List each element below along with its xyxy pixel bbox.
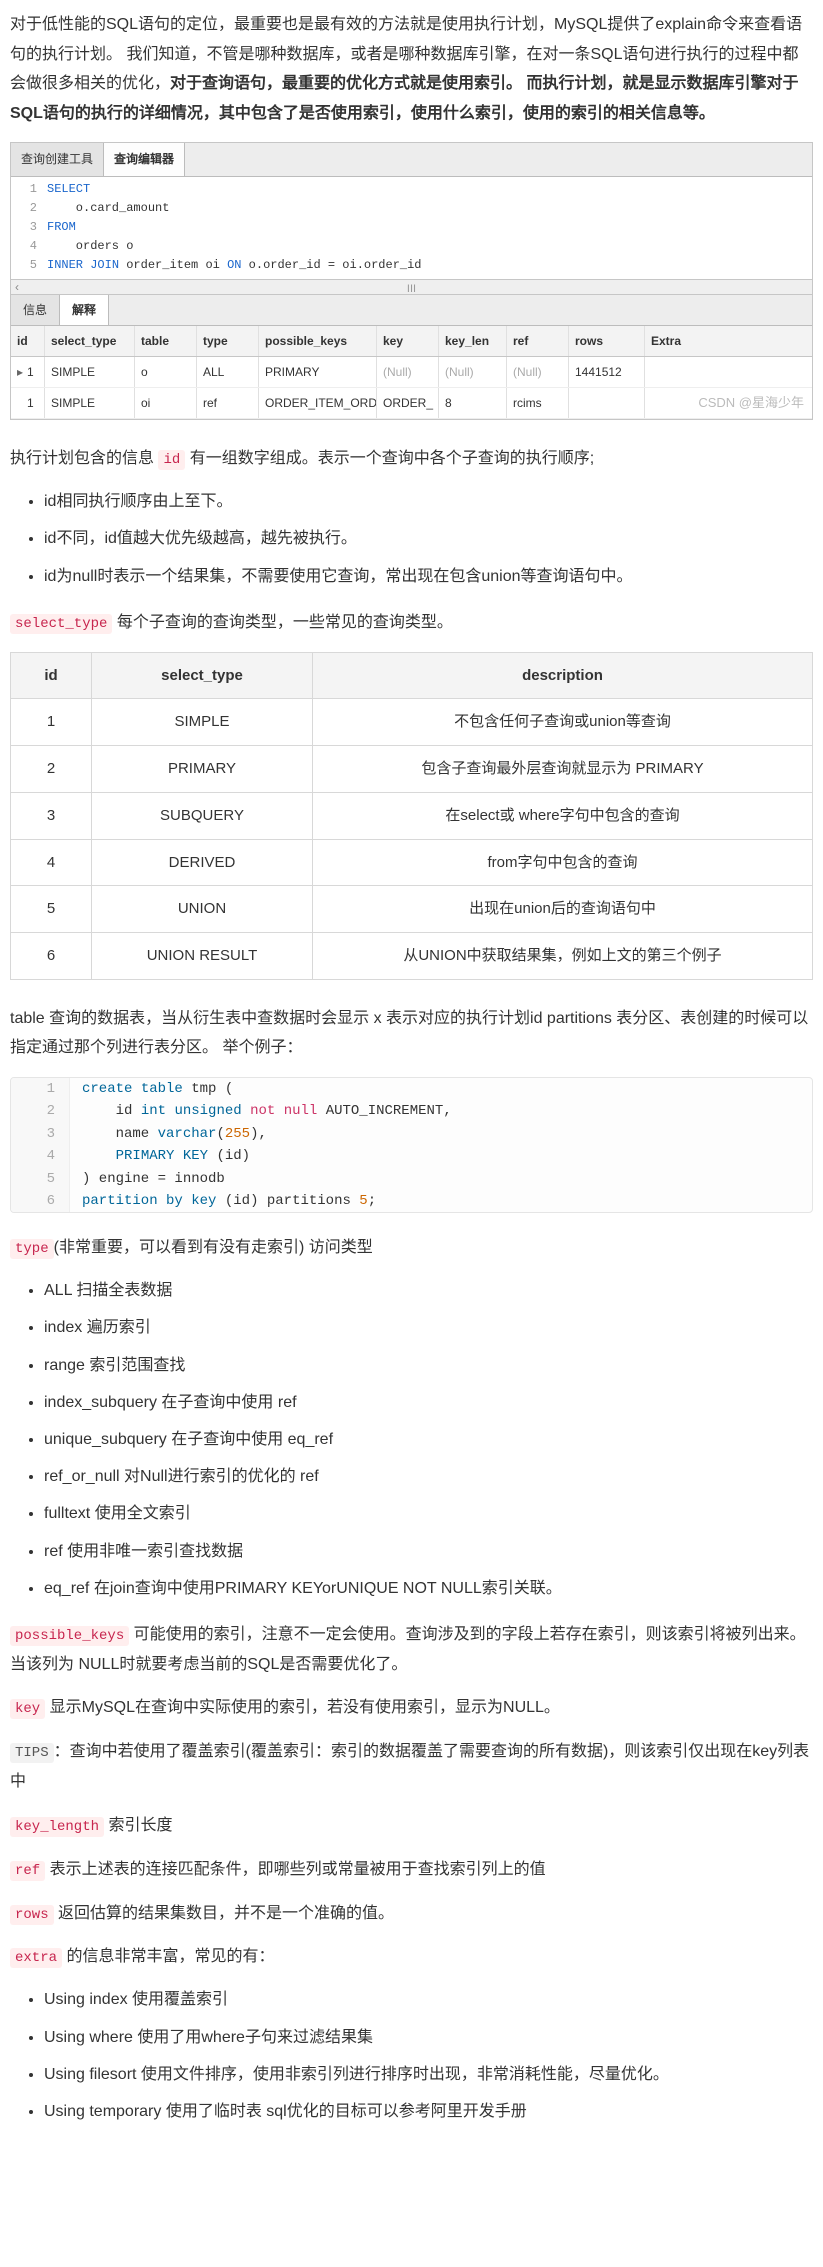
result-tabs: 信息 解释 bbox=[11, 295, 812, 326]
list-item: ref 使用非唯一索引查找数据 bbox=[44, 1538, 813, 1565]
type-list: ALL 扫描全表数据 index 遍历索引 range 索引范围查找 index… bbox=[10, 1277, 813, 1602]
possible-keys-para: possible_keys 可能使用的索引，注意不一定会使用。查询涉及到的字段上… bbox=[10, 1620, 813, 1679]
code-extra: extra bbox=[10, 1948, 62, 1968]
table-row: 6UNION RESULT从UNION中获取结果集，例如上文的第三个例子 bbox=[11, 933, 813, 980]
watermark: CSDN @星海少年 bbox=[698, 391, 804, 415]
list-item: index_subquery 在子查询中使用 ref bbox=[44, 1389, 813, 1416]
code-key-length: key_length bbox=[10, 1817, 104, 1837]
list-item: Using index 使用覆盖索引 bbox=[44, 1986, 813, 2013]
list-item: Using filesort 使用文件排序，使用非索引列进行排序时出现，非常消耗… bbox=[44, 2061, 813, 2088]
table-row: 2PRIMARY包含子查询最外层查询就显示为 PRIMARY bbox=[11, 746, 813, 793]
code-key: key bbox=[10, 1699, 45, 1719]
explain-screenshot: 查询创建工具 查询编辑器 1SELECT 2 o.card_amount 3FR… bbox=[10, 142, 813, 420]
table-row: 3SUBQUERY在select或 where字句中包含的查询 bbox=[11, 792, 813, 839]
type-para: type(非常重要，可以看到有没有走索引) 访问类型 bbox=[10, 1233, 813, 1263]
list-item: id不同，id值越大优先级越高，越先被执行。 bbox=[44, 525, 813, 552]
tab-explain[interactable]: 解释 bbox=[60, 295, 109, 325]
rows-para: rows 返回估算的结果集数目，并不是一个准确的值。 bbox=[10, 1899, 813, 1929]
code-ref: ref bbox=[10, 1861, 45, 1881]
list-item: Using where 使用了用where子句来过滤结果集 bbox=[44, 2024, 813, 2051]
code-tips: TIPS bbox=[10, 1743, 54, 1763]
list-item: id为null时表示一个结果集，不需要使用它查询，常出现在包含union等查询语… bbox=[44, 563, 813, 590]
select-type-table: id select_type description 1SIMPLE不包含任何子… bbox=[10, 652, 813, 980]
list-item: ALL 扫描全表数据 bbox=[44, 1277, 813, 1304]
intro-paragraph: 对于低性能的SQL语句的定位，最重要也是最有效的方法就是使用执行计划，MySQL… bbox=[10, 10, 813, 128]
extra-para: extra 的信息非常丰富，常见的有： bbox=[10, 1942, 813, 1972]
select-type-para: select_type 每个子查询的查询类型，一些常见的查询类型。 bbox=[10, 608, 813, 638]
code-type: type bbox=[10, 1239, 54, 1259]
key-length-para: key_length 索引长度 bbox=[10, 1811, 813, 1841]
table-row: 5UNION出现在union后的查询语句中 bbox=[11, 886, 813, 933]
list-item: index 遍历索引 bbox=[44, 1314, 813, 1341]
table-row: 1SIMPLE不包含任何子查询或union等查询 bbox=[11, 699, 813, 746]
tips-para: TIPS：查询中若使用了覆盖索引(覆盖索引：索引的数据覆盖了需要查询的所有数据)… bbox=[10, 1737, 813, 1796]
code-possible-keys: possible_keys bbox=[10, 1626, 129, 1646]
code-rows: rows bbox=[10, 1905, 54, 1925]
result-row: ▸1 SIMPLE o ALL PRIMARY (Null) (Null) (N… bbox=[11, 357, 812, 388]
list-item: Using temporary 使用了临时表 sql优化的目标可以参考阿里开发手… bbox=[44, 2098, 813, 2125]
tab-query-builder[interactable]: 查询创建工具 bbox=[11, 143, 104, 175]
key-para: key 显示MySQL在查询中实际使用的索引，若没有使用索引，显示为NULL。 bbox=[10, 1693, 813, 1723]
list-item: id相同执行顺序由上至下。 bbox=[44, 488, 813, 515]
result-header-row: id select_type table type possible_keys … bbox=[11, 326, 812, 357]
result-grid: id select_type table type possible_keys … bbox=[11, 326, 812, 420]
list-item: unique_subquery 在子查询中使用 eq_ref bbox=[44, 1426, 813, 1453]
result-row: 1 SIMPLE oi ref ORDER_ITEM_ORD ORDER_ 8 … bbox=[11, 388, 812, 419]
sql-code: 1SELECT 2 o.card_amount 3FROM 4 orders o… bbox=[11, 177, 812, 279]
list-item: range 索引范围查找 bbox=[44, 1352, 813, 1379]
code-select-type: select_type bbox=[10, 614, 112, 634]
table-row: 4DERIVEDfrom字句中包含的查询 bbox=[11, 839, 813, 886]
table-partitions-para: table 查询的数据表，当从衍生表中查数据时会显示 x 表示对应的执行计划id… bbox=[10, 1004, 813, 1063]
tab-query-editor[interactable]: 查询编辑器 bbox=[104, 143, 185, 175]
extra-list: Using index 使用覆盖索引 Using where 使用了用where… bbox=[10, 1986, 813, 2125]
splitter[interactable]: III bbox=[11, 279, 812, 295]
list-item: fulltext 使用全文索引 bbox=[44, 1500, 813, 1527]
code-id: id bbox=[158, 450, 185, 470]
list-item: ref_or_null 对Null进行索引的优化的 ref bbox=[44, 1463, 813, 1490]
ref-para: ref 表示上述表的连接匹配条件，即哪些列或常量被用于查找索引列上的值 bbox=[10, 1855, 813, 1885]
id-explain-para: 执行计划包含的信息 id 有一组数字组成。表示一个查询中各个子查询的执行顺序; bbox=[10, 444, 813, 474]
list-item: eq_ref 在join查询中使用PRIMARY KEYorUNIQUE NOT… bbox=[44, 1575, 813, 1602]
create-table-code: 1create table tmp ( 2 id int unsigned no… bbox=[10, 1077, 813, 1213]
editor-tabs: 查询创建工具 查询编辑器 bbox=[11, 143, 812, 176]
tab-info[interactable]: 信息 bbox=[11, 295, 60, 325]
id-rules-list: id相同执行顺序由上至下。 id不同，id值越大优先级越高，越先被执行。 id为… bbox=[10, 488, 813, 590]
